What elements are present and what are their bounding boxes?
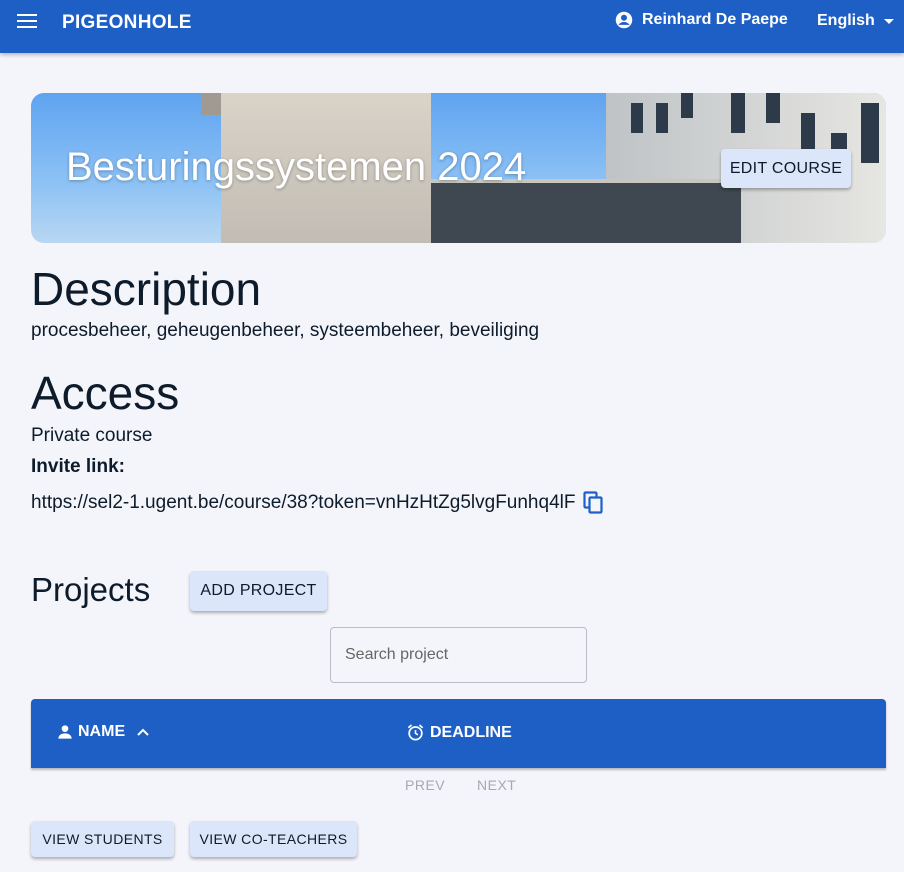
description-text: procesbeheer, geheugenbeheer, systeembeh… xyxy=(31,320,540,341)
building-facade xyxy=(411,183,741,243)
column-name-header[interactable]: NAME xyxy=(57,723,158,741)
account-circle-icon xyxy=(615,11,633,29)
add-project-button[interactable]: ADD PROJECT xyxy=(190,571,327,611)
app-title[interactable]: PIGEONHOLE xyxy=(62,12,192,34)
prev-page-button[interactable]: PREV xyxy=(405,777,445,793)
edit-course-button[interactable]: EDIT COURSE xyxy=(721,149,851,188)
column-deadline-header[interactable]: DEADLINE xyxy=(406,723,512,742)
projects-heading: Projects xyxy=(31,571,151,608)
invite-link-row: https://sel2-1.ugent.be/course/38?token=… xyxy=(31,491,605,515)
menu-icon[interactable] xyxy=(17,14,37,30)
column-deadline-label: DEADLINE xyxy=(430,723,512,741)
window xyxy=(801,113,815,153)
view-coteachers-button[interactable]: VIEW CO-TEACHERS xyxy=(190,821,357,857)
copy-icon[interactable] xyxy=(583,491,605,515)
view-students-button[interactable]: VIEW STUDENTS xyxy=(31,821,174,857)
invite-label: Invite link: xyxy=(31,456,125,477)
user-name: Reinhard De Paepe xyxy=(642,11,788,28)
window xyxy=(861,103,879,163)
language-label: English xyxy=(817,12,875,29)
search-input[interactable] xyxy=(331,628,586,682)
next-page-button[interactable]: NEXT xyxy=(477,777,516,793)
description-heading: Description xyxy=(31,263,262,315)
access-heading: Access xyxy=(31,367,180,419)
invite-link[interactable]: https://sel2-1.ugent.be/course/38?token=… xyxy=(31,492,575,514)
column-name-label: NAME xyxy=(78,723,126,740)
alarm-icon xyxy=(407,724,424,741)
window xyxy=(631,103,643,133)
search-project-field[interactable] xyxy=(330,627,587,683)
course-title: Besturingssystemen 2024 xyxy=(66,145,527,189)
access-visibility: Private course xyxy=(31,425,153,446)
window xyxy=(766,93,780,123)
chevron-up-icon xyxy=(137,728,149,736)
window xyxy=(681,93,693,118)
person-icon xyxy=(58,725,72,739)
user-menu[interactable]: Reinhard De Paepe xyxy=(615,11,788,29)
top-app-bar: PIGEONHOLE Reinhard De Paepe English xyxy=(0,0,904,53)
window xyxy=(731,93,745,133)
course-banner: Besturingssystemen 2024 EDIT COURSE xyxy=(31,93,886,243)
language-select[interactable]: English xyxy=(817,12,894,30)
caret-down-icon xyxy=(883,18,894,24)
projects-table-header: NAME DEADLINE xyxy=(31,699,886,768)
window xyxy=(656,103,668,133)
